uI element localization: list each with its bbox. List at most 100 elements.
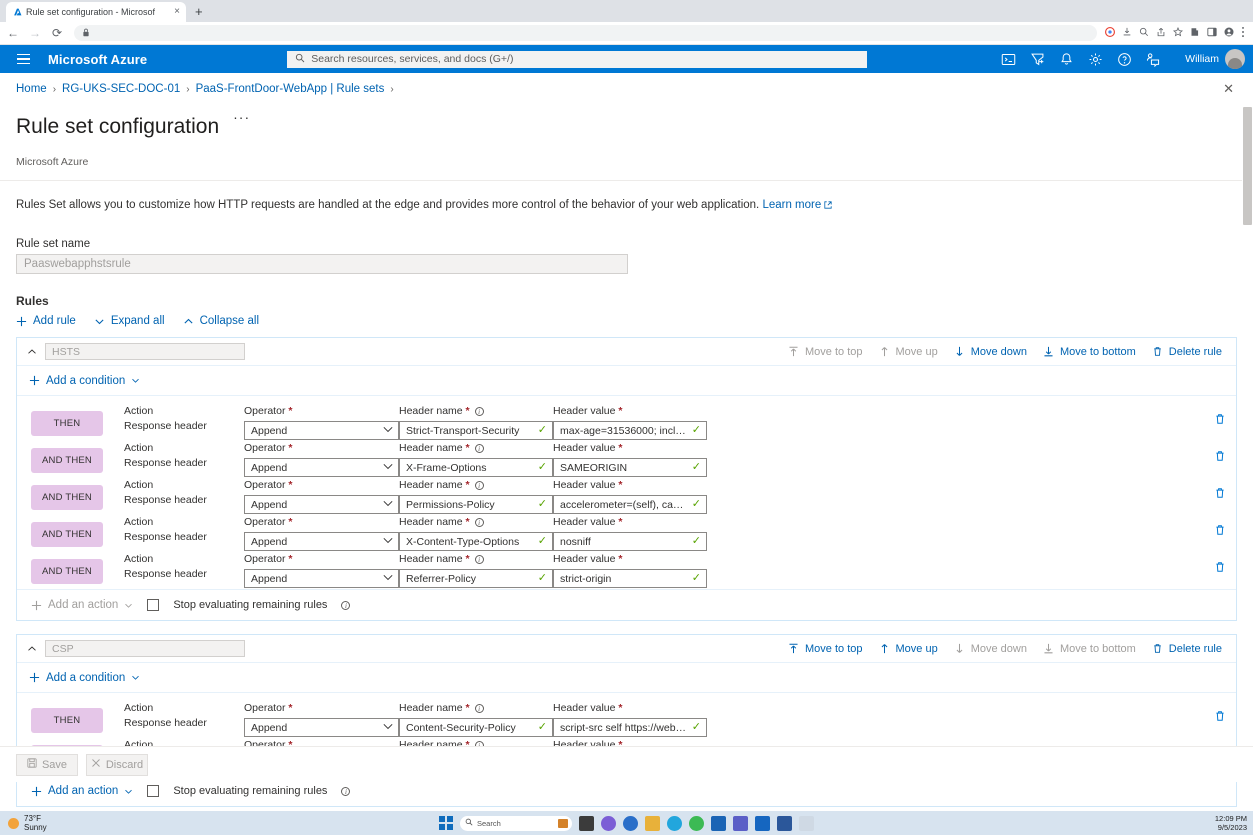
delete-action-button[interactable]: [1214, 524, 1226, 536]
header-value-input[interactable]: script-src self https://webap... ✓: [553, 718, 707, 737]
global-search-input[interactable]: Search resources, services, and docs (G+…: [287, 51, 867, 68]
share-icon[interactable]: [1156, 27, 1166, 40]
bookmark-star-icon[interactable]: [1173, 27, 1183, 40]
browser-menu-icon[interactable]: [1241, 26, 1245, 41]
move-up-button[interactable]: Move up: [879, 643, 938, 655]
delete-action-button[interactable]: [1214, 487, 1226, 499]
expand-all-button[interactable]: Expand all: [94, 315, 165, 327]
info-icon[interactable]: i: [475, 555, 484, 564]
settings-gear-icon[interactable]: [1088, 52, 1103, 67]
menu-hamburger-icon[interactable]: [8, 54, 38, 65]
breadcrumb-item-rule-sets[interactable]: PaaS-FrontDoor-WebApp | Rule sets: [196, 83, 385, 95]
learn-more-link[interactable]: Learn more: [762, 199, 821, 211]
breadcrumb-item-home[interactable]: Home: [16, 83, 47, 95]
info-icon[interactable]: i: [475, 481, 484, 490]
delete-rule-button[interactable]: Delete rule: [1152, 643, 1222, 655]
settings-app-icon[interactable]: [623, 816, 638, 831]
header-value-input[interactable]: max-age=31536000; includ... ✓: [553, 421, 707, 440]
taskbar-clock[interactable]: 12:09 PM 9/5/2023: [1215, 814, 1247, 832]
info-icon[interactable]: i: [475, 518, 484, 527]
add-condition-button[interactable]: Add a condition: [29, 375, 140, 387]
header-name-input[interactable]: Permissions-Policy ✓: [399, 495, 553, 514]
header-name-input[interactable]: Content-Security-Policy ✓: [399, 718, 553, 737]
delete-action-button[interactable]: [1214, 450, 1226, 462]
copilot-bag-icon[interactable]: [558, 819, 568, 828]
page-scrollbar[interactable]: [1242, 107, 1253, 746]
rule-collapse-icon[interactable]: [27, 644, 45, 654]
snipping-tool-icon[interactable]: [799, 816, 814, 831]
delete-action-button[interactable]: [1214, 561, 1226, 573]
outlook-icon[interactable]: [711, 816, 726, 831]
browser-tab[interactable]: Rule set configuration - Microsof ×: [6, 2, 186, 22]
extensions-icon[interactable]: [1190, 27, 1200, 40]
stop-evaluating-checkbox[interactable]: [147, 785, 159, 797]
breadcrumb-item-resource-group[interactable]: RG-UKS-SEC-DOC-01: [62, 83, 180, 95]
header-value-input[interactable]: accelerometer=(self), camer... ✓: [553, 495, 707, 514]
move-to-top-button[interactable]: Move to top: [788, 643, 862, 655]
help-question-icon[interactable]: [1117, 52, 1132, 67]
close-icon[interactable]: ✕: [1223, 82, 1234, 95]
info-icon[interactable]: i: [475, 407, 484, 416]
info-icon[interactable]: i: [475, 704, 484, 713]
store-icon[interactable]: [755, 816, 770, 831]
notifications-bell-icon[interactable]: [1059, 52, 1074, 67]
browser-address-bar[interactable]: [74, 25, 1097, 41]
rule-name-input[interactable]: [45, 640, 245, 657]
operator-select[interactable]: Append: [244, 458, 399, 477]
browser-reload-icon[interactable]: ⟳: [50, 27, 64, 39]
operator-select[interactable]: Append: [244, 495, 399, 514]
header-name-input[interactable]: Referrer-Policy ✓: [399, 569, 553, 588]
zoom-icon[interactable]: [1139, 27, 1149, 40]
word-icon[interactable]: [777, 816, 792, 831]
user-account-menu[interactable]: William: [1185, 49, 1245, 69]
file-explorer-icon[interactable]: [645, 816, 660, 831]
rule-collapse-icon[interactable]: [27, 347, 45, 357]
add-rule-button[interactable]: Add rule: [16, 315, 76, 327]
header-value-input[interactable]: strict-origin ✓: [553, 569, 707, 588]
profile-chrome-icon[interactable]: [1105, 27, 1115, 40]
add-action-button[interactable]: Add an action: [31, 785, 133, 797]
teams-icon[interactable]: [733, 816, 748, 831]
cloud-shell-icon[interactable]: [1001, 52, 1016, 67]
task-view-icon[interactable]: [579, 816, 594, 831]
edge-browser-icon[interactable]: [667, 816, 682, 831]
scrollbar-thumb[interactable]: [1243, 107, 1252, 225]
header-name-input[interactable]: X-Frame-Options ✓: [399, 458, 553, 477]
operator-select[interactable]: Append: [244, 532, 399, 551]
download-icon[interactable]: [1122, 27, 1132, 40]
move-down-button[interactable]: Move down: [954, 346, 1027, 358]
operator-select[interactable]: Append: [244, 421, 399, 440]
info-icon[interactable]: i: [341, 601, 350, 610]
header-name-input[interactable]: Strict-Transport-Security ✓: [399, 421, 553, 440]
start-button-icon[interactable]: [439, 816, 453, 830]
header-value-input[interactable]: SAMEORIGIN ✓: [553, 458, 707, 477]
stop-evaluating-checkbox[interactable]: [147, 599, 159, 611]
weather-widget[interactable]: 73°F Sunny: [0, 814, 120, 832]
browser-back-icon[interactable]: ←: [6, 27, 20, 39]
browser-profile-icon[interactable]: [1224, 27, 1234, 40]
rule-name-input[interactable]: [45, 343, 245, 360]
add-condition-button[interactable]: Add a condition: [29, 672, 140, 684]
delete-rule-button[interactable]: Delete rule: [1152, 346, 1222, 358]
operator-select[interactable]: Append: [244, 718, 399, 737]
directories-filter-icon[interactable]: [1030, 52, 1045, 67]
collapse-all-button[interactable]: Collapse all: [183, 315, 259, 327]
rule-set-name-input[interactable]: [16, 254, 628, 274]
chrome-browser-icon[interactable]: [689, 816, 704, 831]
header-name-input[interactable]: X-Content-Type-Options ✓: [399, 532, 553, 551]
page-more-menu-icon[interactable]: ···: [233, 109, 250, 125]
delete-action-button[interactable]: [1214, 413, 1226, 425]
info-icon[interactable]: i: [341, 787, 350, 796]
info-icon[interactable]: i: [475, 444, 484, 453]
delete-action-button[interactable]: [1214, 710, 1226, 722]
operator-select[interactable]: Append: [244, 569, 399, 588]
feedback-icon[interactable]: [1146, 52, 1161, 67]
chat-teams-icon[interactable]: [601, 816, 616, 831]
taskbar-search-box[interactable]: Search: [460, 816, 572, 831]
azure-brand-label[interactable]: Microsoft Azure: [48, 52, 147, 67]
sidepanel-icon[interactable]: [1207, 27, 1217, 40]
new-tab-button[interactable]: +: [195, 4, 203, 19]
tab-close-icon[interactable]: ×: [174, 7, 180, 17]
header-value-input[interactable]: nosniff ✓: [553, 532, 707, 551]
move-to-bottom-button[interactable]: Move to bottom: [1043, 346, 1136, 358]
